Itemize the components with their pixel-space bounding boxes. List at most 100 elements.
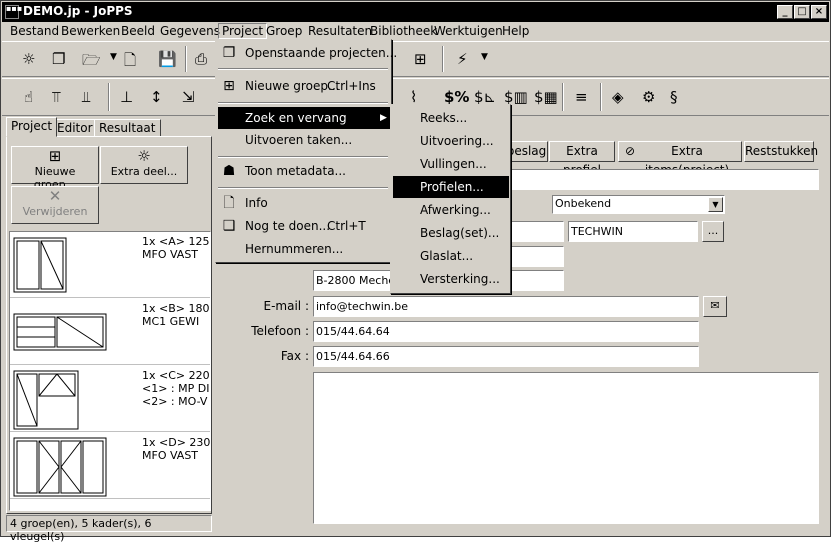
window-a-thumbnail <box>13 237 67 293</box>
item-text: 1x <D> 2300 x MFO VAST <box>142 436 211 462</box>
extra-part-label: Extra deel... <box>110 165 178 178</box>
spring-icon[interactable]: § <box>670 88 678 106</box>
new-group-button[interactable]: ⊞ Nieuwe groep... <box>11 146 99 191</box>
status-combo-value: Onbekend <box>555 197 612 210</box>
paperclip-icon: ⊘ <box>625 144 636 158</box>
submenu-item-versterking[interactable]: Versterking... <box>393 268 507 290</box>
todo-icon: ❑ <box>222 218 236 234</box>
company-field[interactable]: TECHWIN <box>568 221 698 242</box>
copy-icon: ❐ <box>222 45 236 61</box>
menu-bestand[interactable]: Bestand <box>10 24 59 38</box>
menu-project[interactable]: Project <box>218 23 268 39</box>
section-icon[interactable]: ⫫ <box>82 88 90 106</box>
submenu-item-reeks[interactable]: Reeks... <box>393 107 507 129</box>
lightning-icon[interactable]: ⚡ <box>457 50 468 68</box>
extra-items-button[interactable]: ⊘ Extra items(project) <box>618 141 742 177</box>
profile-icon[interactable]: ⫪ <box>52 88 60 106</box>
grid-icon[interactable]: ⊞ <box>414 50 427 68</box>
menu-werktuigen[interactable]: Werktuigen <box>434 24 503 38</box>
save-icon[interactable]: 💾 <box>158 50 177 68</box>
menu-item-new-group[interactable]: ⊞ Nieuwe groep... Ctrl+Ins <box>218 75 388 97</box>
measure-icon[interactable]: ⊥ <box>120 88 133 106</box>
new-document-icon[interactable]: 🗋 <box>124 50 136 75</box>
notes-area[interactable] <box>313 372 819 524</box>
remove-button[interactable]: ✕ Verwijderen <box>11 186 99 224</box>
glass-icon[interactable]: ◈ <box>612 88 624 106</box>
beslag-button[interactable]: beslag <box>505 141 548 162</box>
print-icon[interactable]: ⎙ <box>195 50 207 68</box>
menu-item-execute-tasks[interactable]: Uitvoeren taken... <box>218 129 388 151</box>
tab-editor[interactable]: Editor <box>52 119 98 137</box>
submenu-item-vullingen[interactable]: Vullingen... <box>393 153 507 175</box>
users-icon: ☗ <box>222 163 236 179</box>
menu-item-show-metadata[interactable]: ☗ Toon metadata... <box>218 160 388 182</box>
submenu-item-beslag[interactable]: Beslag(set)... <box>393 222 507 244</box>
menu-item-todo[interactable]: ❑ Nog te doen... Ctrl+T <box>218 215 388 237</box>
menu-item-info[interactable]: 🗋 Info <box>218 192 388 214</box>
window-title: DEMO.jp - JoPPS <box>23 4 133 18</box>
open-folder-icon[interactable]: 🗁 <box>82 50 101 75</box>
part-icon: ☼ <box>137 147 151 165</box>
submenu-item-uitvoering[interactable]: Uitvoering... <box>393 130 507 152</box>
stack-icon[interactable]: ≡ <box>575 88 588 106</box>
tab-resultaat[interactable]: Resultaat <box>94 119 161 137</box>
menu-item-renumber[interactable]: Hernummeren... <box>218 238 388 260</box>
postbox-field[interactable] <box>506 246 564 267</box>
submenu-item-profielen[interactable]: Profielen... <box>393 176 509 198</box>
chevron-down-icon[interactable]: ▼ <box>708 197 723 212</box>
maximize-button[interactable]: □ <box>794 5 810 19</box>
list-item[interactable]: 1x <D> 2300 x MFO VAST <box>10 433 211 499</box>
menu-bar: Bestand Bewerken Beeld Gegevens Project … <box>2 22 829 41</box>
price-table-icon[interactable]: $▦ <box>534 88 558 106</box>
window-c-thumbnail <box>13 370 79 430</box>
tab-project[interactable]: Project <box>6 117 58 137</box>
tool-icon[interactable]: ⇲ <box>182 88 195 106</box>
browse-button[interactable]: ... <box>702 221 724 242</box>
copy-icon[interactable]: ❐ <box>52 50 65 68</box>
menu-bewerken[interactable]: Bewerken <box>61 24 120 38</box>
email-field[interactable]: info@techwin.be <box>313 296 699 317</box>
menu-beeld[interactable]: Beeld <box>121 24 155 38</box>
reststukken-button[interactable]: Reststukken <box>744 141 818 162</box>
group-list[interactable]: 1x <A> 1250 x MFO VAST 1x <B> 1800 x MC1… <box>9 231 211 511</box>
status-combo[interactable]: Onbekend ▼ <box>552 195 725 214</box>
minimize-button[interactable]: _ <box>777 5 793 19</box>
info-document-icon: 🗋 <box>223 195 235 211</box>
project-name-field[interactable] <box>506 169 819 190</box>
app-window: ▪▪▪ DEMO.jp - JoPPS _ □ × Bestand Bewerk… <box>0 0 831 543</box>
fax-field[interactable]: 015/44.64.66 <box>313 346 699 367</box>
street-field[interactable] <box>506 221 564 242</box>
item-text: 1x <A> 1250 x MFO VAST <box>142 235 210 261</box>
extra-profile-button[interactable]: Extra profiel <box>549 141 615 177</box>
hand-icon[interactable]: ☝ <box>24 88 33 106</box>
menu-item-open-projects[interactable]: ❐ Openstaande projecten... <box>218 42 398 64</box>
app-icon[interactable]: ▪▪▪ <box>5 5 22 19</box>
gear-icon[interactable]: ⚙ <box>642 88 655 106</box>
group-icon: ⊞ <box>48 147 62 165</box>
chevron-right-icon: ▶ <box>380 113 387 123</box>
mail-icon[interactable]: ✉ <box>703 296 727 317</box>
menu-item-find-replace[interactable]: Zoek en vervang ▶ <box>218 107 390 129</box>
item-text: 1x <C> 2200 x <1> : MP DI <2> : MO-V <box>142 369 210 408</box>
menu-gegevens[interactable]: Gegevens <box>160 24 220 38</box>
phone-label: Telefoon : <box>251 324 309 338</box>
remove-label: Verwijderen <box>22 205 88 218</box>
list-item[interactable]: 1x <B> 1800 x MC1 GEWI <box>10 299 210 365</box>
menu-resultaten[interactable]: Resultaten <box>308 24 372 38</box>
new-icon[interactable]: ☼ <box>22 50 35 68</box>
dropdown-arrow-icon[interactable]: ▼ <box>110 52 117 62</box>
close-button[interactable]: × <box>811 5 827 19</box>
extra-part-button[interactable]: ☼ Extra deel... <box>100 146 188 184</box>
main-toolbar: ☼ ❐ 🗁 ▼ 🗋 💾 ⎙ ⊞ ⚡ ▼ <box>2 41 829 77</box>
submenu-item-afwerking[interactable]: Afwerking... <box>393 199 507 221</box>
grid-icon: ⊞ <box>223 78 235 94</box>
dimension-icon[interactable]: ↕ <box>150 88 163 106</box>
list-item[interactable]: 1x <C> 2200 x <1> : MP DI <2> : MO-V <box>10 366 210 432</box>
list-item[interactable]: 1x <A> 1250 x MFO VAST <box>10 232 210 298</box>
submenu-item-glaslat[interactable]: Glaslat... <box>393 245 507 267</box>
menu-groep[interactable]: Groep <box>266 24 302 38</box>
menu-bibliotheek[interactable]: Bibliotheek <box>370 24 437 38</box>
menu-help[interactable]: Help <box>502 24 529 38</box>
phone-field[interactable]: 015/44.64.64 <box>313 321 699 342</box>
dropdown-arrow-icon[interactable]: ▼ <box>481 52 488 62</box>
